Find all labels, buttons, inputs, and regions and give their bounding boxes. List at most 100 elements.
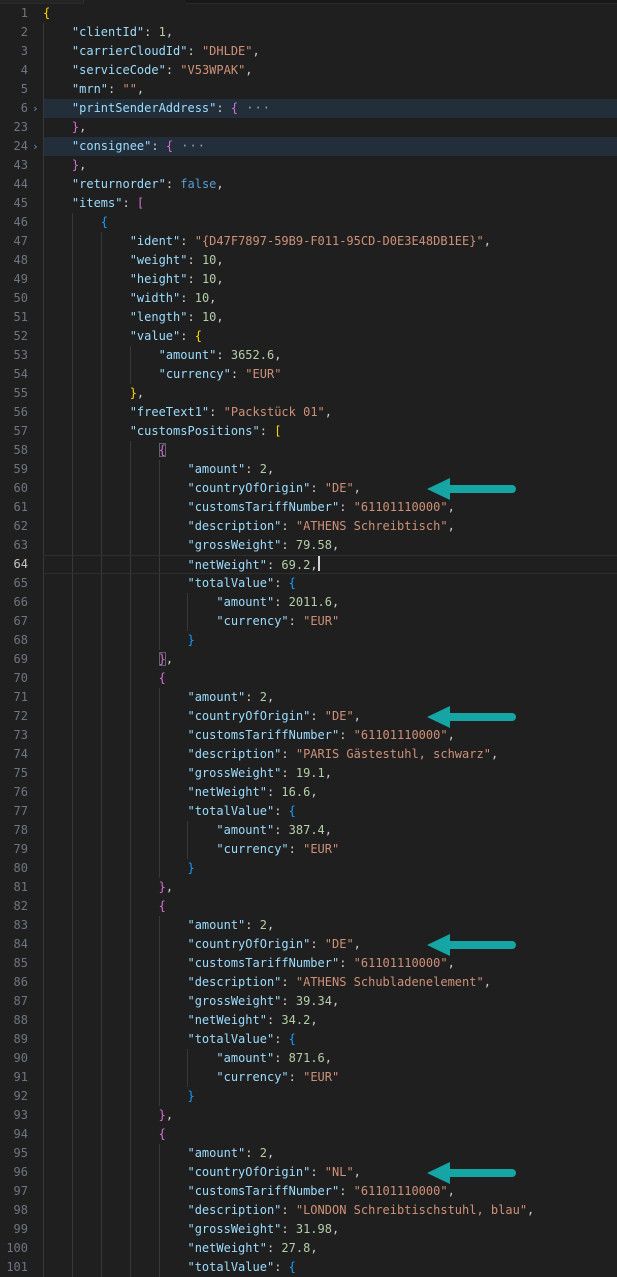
code-content: "totalValue": { xyxy=(43,1258,617,1277)
code-line[interactable]: 84 "countryOfOrigin": "DE", xyxy=(0,933,617,956)
code-line[interactable]: 66 "amount": 2011.6, xyxy=(0,593,617,612)
code-line[interactable]: 62 "description": "ATHENS Schreibtisch", xyxy=(0,517,617,536)
code-line[interactable]: 90 "amount": 871.6, xyxy=(0,1049,617,1068)
code-text: } xyxy=(43,1087,194,1106)
gutter-spacer xyxy=(28,23,43,42)
code-line[interactable]: 100 "netWeight": 27.8, xyxy=(0,1239,617,1258)
code-line[interactable]: 87 "grossWeight": 39.34, xyxy=(0,992,617,1011)
code-line[interactable]: 82 { xyxy=(0,897,617,916)
code-line[interactable]: 61 "customsTariffNumber": "61101110000", xyxy=(0,498,617,517)
code-line[interactable]: 95 "amount": 2, xyxy=(0,1144,617,1163)
code-line[interactable]: 78 "amount": 387.4, xyxy=(0,821,617,840)
fold-chevron-icon[interactable]: › xyxy=(28,137,43,156)
token: "grossWeight" xyxy=(187,1222,282,1236)
token: } xyxy=(158,652,166,666)
code-line[interactable]: 58 { xyxy=(0,441,617,460)
line-number: 72 xyxy=(13,709,28,723)
code-line[interactable]: 92} xyxy=(0,1087,617,1106)
code-line[interactable]: 50 "width": 10, xyxy=(0,289,617,308)
token: 10 xyxy=(201,272,217,286)
code-line[interactable]: 68} xyxy=(0,631,617,650)
code-line[interactable]: 64 "netWeight": 69.2, xyxy=(0,555,617,574)
code-text: "amount": 3652.6, xyxy=(43,346,282,365)
gutter-spacer xyxy=(28,954,43,973)
code-line[interactable]: 44 "returnorder": false, xyxy=(0,175,617,194)
gutter: 58 xyxy=(0,441,43,460)
code-line[interactable]: 49 "height": 10, xyxy=(0,270,617,289)
code-content: "items": [ xyxy=(43,194,617,213)
code-line[interactable]: 99 "grossWeight": 31.98, xyxy=(0,1220,617,1239)
code-line[interactable]: 47 "ident": "{D47F7897-59B9-F011-95CD-D0E… xyxy=(0,232,617,251)
gutter: 64 xyxy=(0,555,43,574)
editor[interactable]: 1{2 "clientId": 1, 3 "carrierCloudId": "DHL… xyxy=(0,4,617,1277)
fold-chevron-icon[interactable]: › xyxy=(28,99,43,118)
token: "length" xyxy=(129,310,188,324)
code-content: "consignee": { ··· xyxy=(43,137,617,156)
code-line[interactable]: 75 "grossWeight": 19.1, xyxy=(0,764,617,783)
code-content: "weight": 10, xyxy=(43,251,617,270)
code-line[interactable]: 79 "currency": "EUR" xyxy=(0,840,617,859)
gutter: 71 xyxy=(0,688,43,707)
code-line[interactable]: 76 "netWeight": 16.6, xyxy=(0,783,617,802)
code-text: "freeText1": "Packstück 01", xyxy=(43,403,332,422)
code-line[interactable]: 93}, xyxy=(0,1106,617,1125)
code-line[interactable]: 86 "description": "ATHENS Schubladeneleme… xyxy=(0,973,617,992)
code-line[interactable]: 72 "countryOfOrigin": "DE", xyxy=(0,705,617,728)
token: : xyxy=(151,139,166,153)
arrow-head xyxy=(427,705,450,728)
token: "weight" xyxy=(129,253,188,267)
code-line[interactable]: 89 "totalValue": { xyxy=(0,1030,617,1049)
code-line[interactable]: 57 "customsPositions": [ xyxy=(0,422,617,441)
token: "ATHENS Schubladenelement" xyxy=(295,975,484,989)
code-line[interactable]: 2 "clientId": 1, xyxy=(0,23,617,42)
code-line[interactable]: 54 "currency": "EUR" xyxy=(0,365,617,384)
code-line[interactable]: 70 { xyxy=(0,669,617,688)
code-line[interactable]: 45 "items": [ xyxy=(0,194,617,213)
code-line[interactable]: 85 "customsTariffNumber": "61101110000", xyxy=(0,954,617,973)
token: , xyxy=(136,386,145,400)
code-line[interactable]: 69}, xyxy=(0,650,617,669)
gutter-spacer xyxy=(28,365,43,384)
code-line[interactable]: 83 "amount": 2, xyxy=(0,916,617,935)
token: "printSenderAddress" xyxy=(71,101,217,115)
gutter-spacer xyxy=(28,897,43,916)
code-line[interactable]: 51 "length": 10, xyxy=(0,308,617,327)
code-text: "items": [ xyxy=(43,194,144,213)
code-line[interactable]: 101 "totalValue": { xyxy=(0,1258,617,1277)
code-line[interactable]: 97 "customsTariffNumber": "61101110000", xyxy=(0,1182,617,1201)
code-line[interactable]: 4 "serviceCode": "V53WPAK", xyxy=(0,61,617,80)
line-number: 44 xyxy=(13,177,28,191)
code-line[interactable]: 88 "netWeight": 34.2, xyxy=(0,1011,617,1030)
code-line[interactable]: 81}, xyxy=(0,878,617,897)
code-line[interactable]: 77 "totalValue": { xyxy=(0,802,617,821)
code-line[interactable]: 23}, xyxy=(0,118,617,137)
line-number: 99 xyxy=(13,1222,28,1236)
code-line[interactable]: 55}, xyxy=(0,384,617,403)
code-line[interactable]: 59 "amount": 2, xyxy=(0,460,617,479)
code-line[interactable]: 56 "freeText1": "Packstück 01", xyxy=(0,403,617,422)
code-line[interactable]: 71 "amount": 2, xyxy=(0,688,617,707)
code-line[interactable]: 98 "description": "LONDON Schreibtischstu… xyxy=(0,1201,617,1220)
code-line[interactable]: 94 { xyxy=(0,1125,617,1144)
code-line[interactable]: 3 "carrierCloudId": "DHLDE", xyxy=(0,42,617,61)
code-line[interactable]: 91 "currency": "EUR" xyxy=(0,1068,617,1087)
code-line[interactable]: 96 "countryOfOrigin": "NL", xyxy=(0,1161,617,1184)
code-line[interactable]: 6 › "printSenderAddress": { ··· xyxy=(0,99,617,118)
code-line[interactable]: 74 "description": "PARIS Gästestuhl, schw… xyxy=(0,745,617,764)
code-line[interactable]: 52 "value": { xyxy=(0,327,617,346)
token: 3652.6 xyxy=(230,348,275,362)
code-line[interactable]: 48 "weight": 10, xyxy=(0,251,617,270)
code-line[interactable]: 5 "mrn": "", xyxy=(0,80,617,99)
tab-inactive-edge[interactable] xyxy=(0,0,84,3)
code-line[interactable]: 80} xyxy=(0,859,617,878)
code-line[interactable]: 1{ xyxy=(0,4,617,23)
code-line[interactable]: 67 "currency": "EUR" xyxy=(0,612,617,631)
code-line[interactable]: 24 › "consignee": { ··· xyxy=(0,137,617,156)
code-line[interactable]: 65 "totalValue": { xyxy=(0,574,617,593)
code-line[interactable]: 53 "amount": 3652.6, xyxy=(0,346,617,365)
code-line[interactable]: 43}, xyxy=(0,156,617,175)
code-line[interactable]: 60 "countryOfOrigin": "DE", xyxy=(0,477,617,500)
code-line[interactable]: 46 { xyxy=(0,213,617,232)
code-line[interactable]: 63 "grossWeight": 79.58, xyxy=(0,536,617,555)
code-line[interactable]: 73 "customsTariffNumber": "61101110000", xyxy=(0,726,617,745)
